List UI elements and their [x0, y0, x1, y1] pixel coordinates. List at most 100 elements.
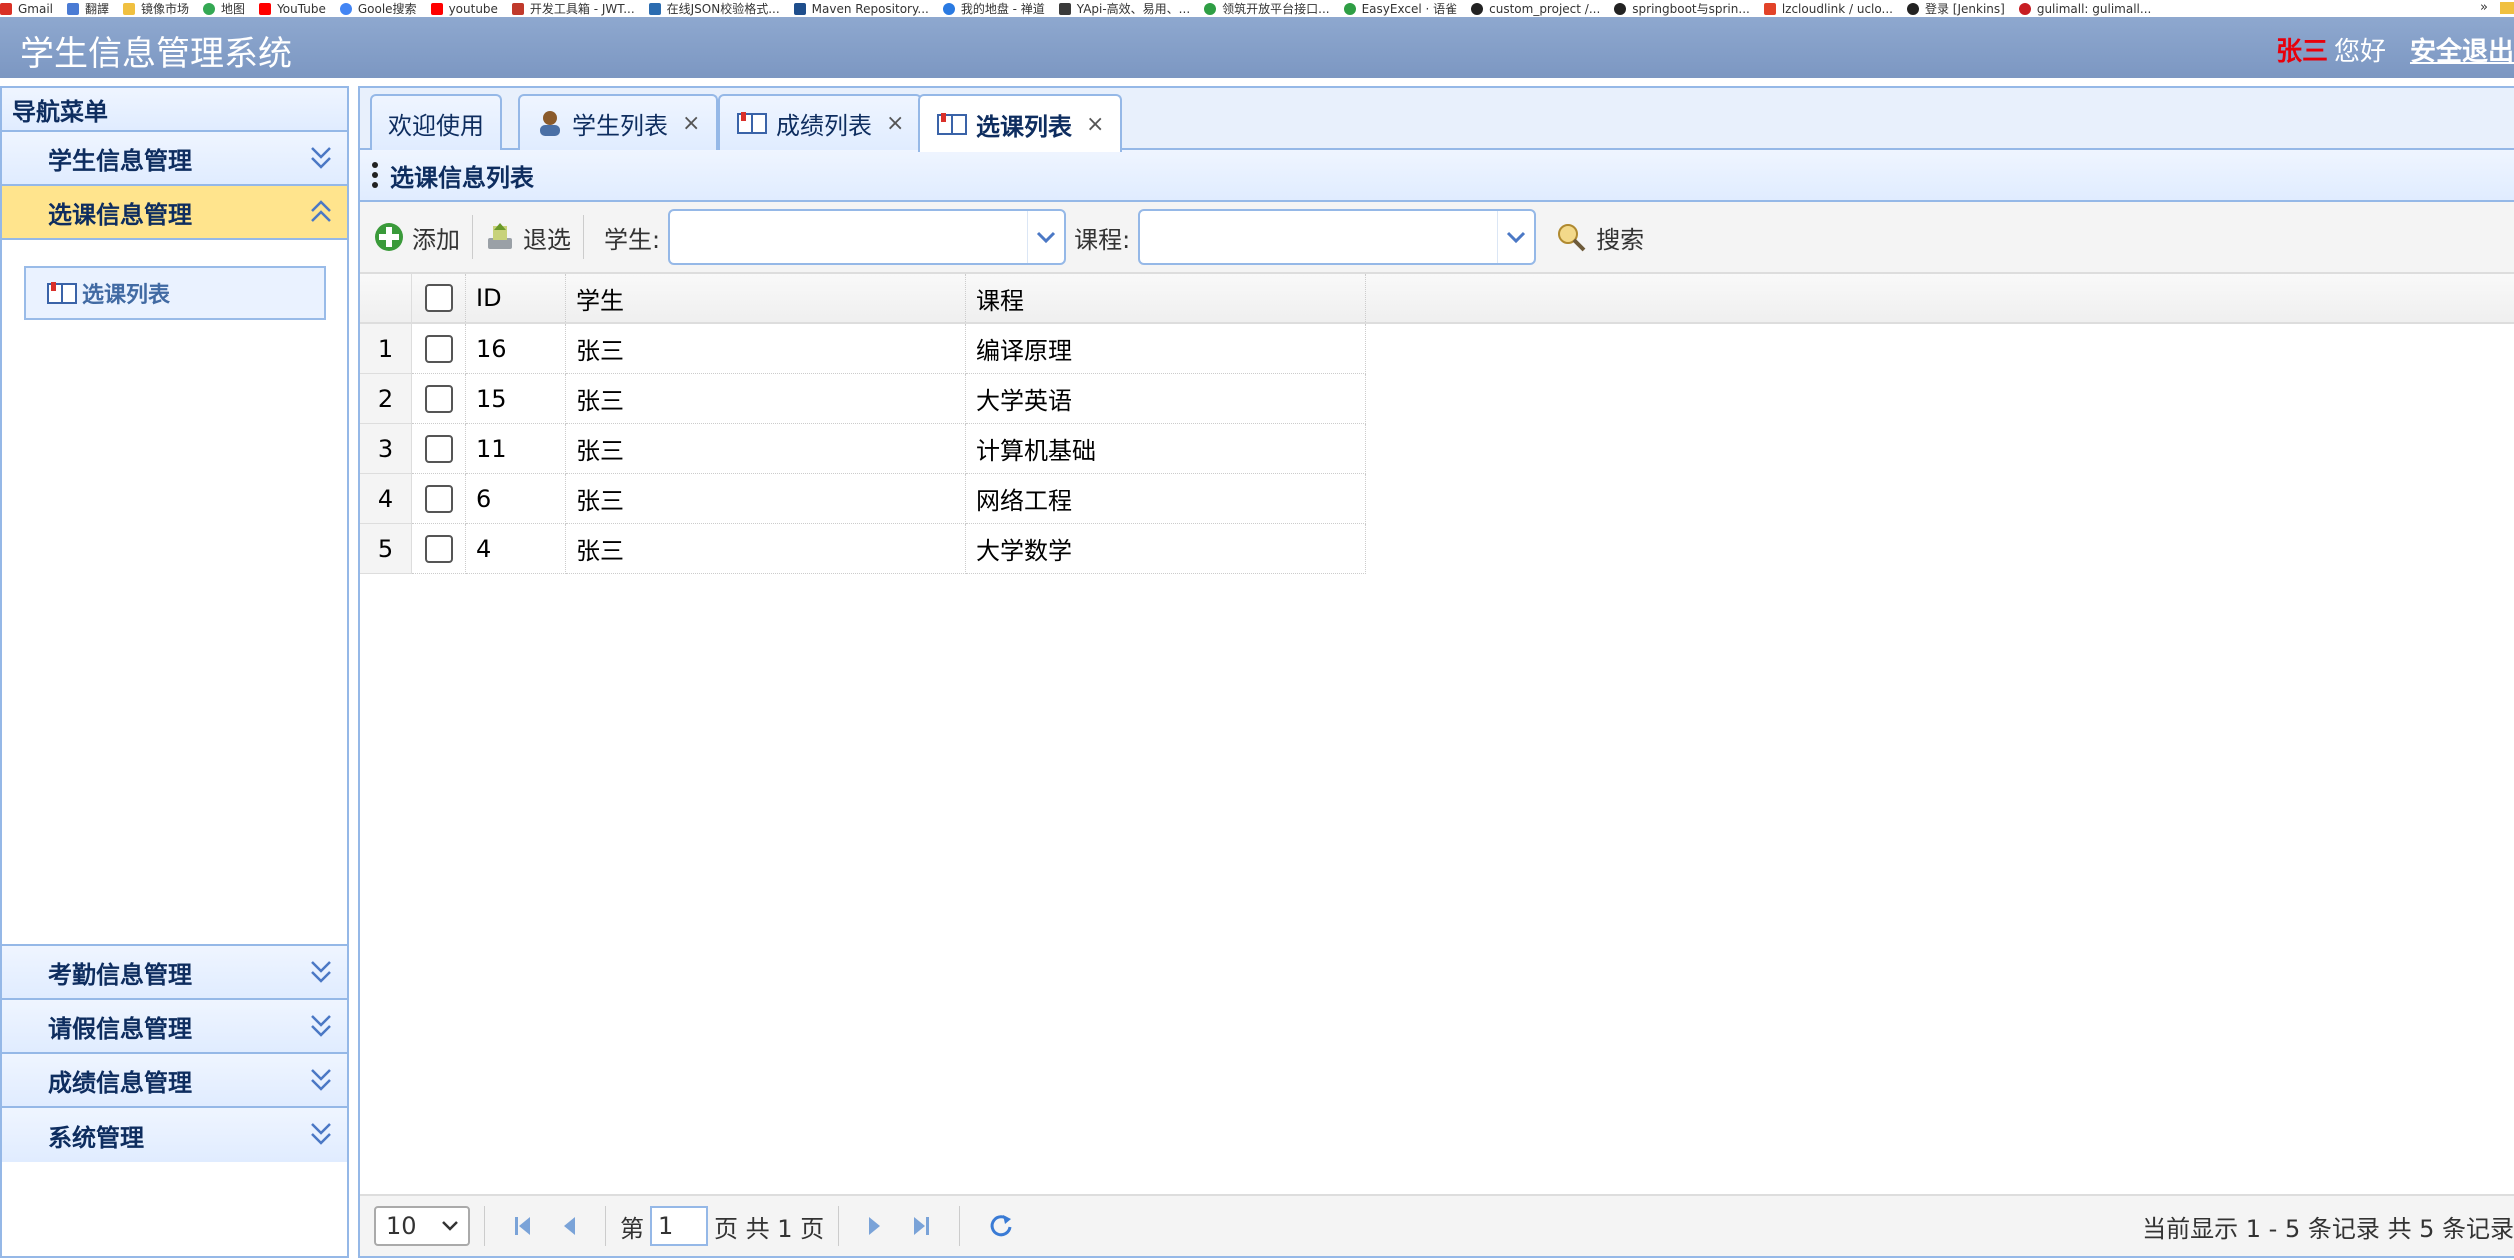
cell-id: 16 — [466, 324, 566, 374]
greeting: 您好 — [2333, 37, 2386, 67]
accordion-system-management[interactable]: 系统管理 — [2, 1108, 347, 1162]
cell-student: 张三 — [566, 424, 966, 474]
close-icon[interactable]: × — [886, 111, 904, 136]
bookmark-jenkins[interactable]: 登录 [Jenkins] — [1906, 0, 2005, 17]
course-select[interactable] — [1138, 209, 1537, 265]
header-course[interactable]: 课程 — [966, 274, 1366, 322]
more-vertical-icon — [372, 160, 378, 190]
collapse-up-icon — [311, 200, 331, 222]
search-button[interactable]: 搜索 — [1556, 220, 1644, 255]
bookmark-label: YouTube — [277, 1, 326, 16]
bookmark-maven[interactable]: Maven Repository... — [793, 2, 929, 16]
table-row[interactable]: 5 4 张三 大学数学 — [360, 524, 1372, 574]
row-checkbox[interactable] — [424, 434, 453, 463]
accordion-course-selection-body: 选课列表 — [2, 240, 347, 946]
page-size-select[interactable]: 10 — [374, 1206, 470, 1246]
bookmark-gitlab[interactable]: lzcloudlink / uclo... — [1763, 1, 1893, 16]
bookmark-maps[interactable]: 地图 — [203, 0, 245, 17]
toolbox-icon — [511, 2, 524, 15]
bookmark-label: 镜像市场 — [141, 2, 190, 16]
sidebar-item-course-list[interactable]: 选课列表 — [24, 266, 326, 320]
select-all-checkbox[interactable] — [424, 284, 453, 312]
book-icon — [47, 282, 77, 304]
search-label: 搜索 — [1596, 225, 1645, 254]
map-pin-icon — [203, 2, 216, 15]
row-checkbox[interactable] — [424, 334, 453, 363]
table-row[interactable]: 3 11 张三 计算机基础 — [360, 424, 1372, 474]
accordion-score-management[interactable]: 成绩信息管理 — [2, 1054, 347, 1108]
previous-page-icon[interactable] — [561, 1214, 577, 1238]
accordion-label: 系统管理 — [48, 1123, 144, 1152]
bookmark-label: lzcloudlink / uclo... — [1781, 1, 1893, 16]
bookmark-gulimall[interactable]: gulimall: gulimall... — [2018, 2, 2151, 16]
page-number-input[interactable]: 1 — [650, 1206, 708, 1246]
bookmark-translate[interactable]: 翻譯 — [67, 0, 109, 17]
add-button[interactable]: 添加 — [374, 220, 460, 255]
tab-label: 欢迎使用 — [388, 111, 484, 140]
panel-title: 选课信息列表 — [390, 163, 534, 192]
chevron-down-icon[interactable] — [1497, 211, 1535, 263]
row-checkbox[interactable] — [424, 384, 453, 413]
yapi-icon — [1058, 2, 1071, 15]
table-row[interactable]: 1 16 张三 编译原理 — [360, 324, 1372, 374]
bookmark-gmail[interactable]: Gmail — [0, 2, 53, 16]
folder-icon[interactable] — [2500, 2, 2514, 14]
pager-divider — [484, 1206, 485, 1246]
accordion-course-selection[interactable]: 选课信息管理 — [2, 186, 347, 240]
cell-course: 计算机基础 — [966, 424, 1366, 474]
accordion-label: 成绩信息管理 — [48, 1068, 192, 1097]
bookmark-custom-project[interactable]: custom_project /... — [1471, 2, 1600, 16]
bookmark-open-platform[interactable]: 领筑开放平台接口... — [1204, 0, 1330, 17]
cell-id: 11 — [466, 424, 566, 474]
row-checkbox[interactable] — [424, 484, 453, 513]
tab-course-list[interactable]: 选课列表 × — [918, 94, 1123, 152]
bookmark-youtube[interactable]: YouTube — [259, 2, 326, 16]
row-number: 5 — [360, 524, 412, 574]
jenkins-icon — [1906, 2, 1919, 15]
header-id[interactable]: ID — [466, 274, 566, 322]
bookmarks-overflow-button[interactable]: » — [2480, 0, 2488, 15]
table-row[interactable]: 2 15 张三 大学英语 — [360, 374, 1372, 424]
bookmark-easyexcel[interactable]: EasyExcel · 语雀 — [1343, 0, 1457, 17]
bookmark-mirror-market[interactable]: 镜像市场 — [123, 0, 189, 17]
bookmark-yapi[interactable]: YApi-高效、易用、... — [1058, 0, 1190, 17]
table-row[interactable]: 4 6 张三 网络工程 — [360, 474, 1372, 524]
bookmark-youtube-2[interactable]: youtube — [430, 2, 498, 16]
accordion-leave-management[interactable]: 请假信息管理 — [2, 1000, 347, 1054]
pager-divider — [959, 1206, 961, 1246]
nav-title: 导航菜单 — [12, 97, 108, 126]
youtube-icon — [259, 2, 272, 15]
chevron-down-icon[interactable] — [1027, 211, 1065, 263]
tab-score-list[interactable]: 成绩列表 × — [718, 94, 923, 150]
bookmark-json-validator[interactable]: 在线JSON校验格式... — [648, 0, 780, 17]
withdraw-button[interactable]: 退选 — [485, 220, 571, 255]
bookmark-jwt-tools[interactable]: 开发工具箱 - JWT... — [511, 0, 635, 17]
bookmark-springboot[interactable]: springboot与sprin... — [1614, 0, 1750, 17]
tab-student-list[interactable]: 学生列表 × — [518, 94, 719, 150]
cell-student: 张三 — [566, 474, 966, 524]
tab-welcome[interactable]: 欢迎使用 — [370, 94, 502, 150]
accordion-attendance-management[interactable]: 考勤信息管理 — [2, 946, 347, 1000]
last-page-icon[interactable] — [911, 1214, 931, 1238]
row-number: 4 — [360, 474, 412, 524]
page-prefix: 第 — [620, 1214, 644, 1243]
close-icon[interactable]: × — [682, 111, 700, 136]
accordion-student-management[interactable]: 学生信息管理 — [2, 132, 347, 186]
first-page-icon[interactable] — [513, 1214, 533, 1238]
expand-down-icon — [311, 147, 331, 169]
header-student[interactable]: 学生 — [566, 274, 966, 322]
course-grid: ID 学生 课程 1 16 张三 编译原理 2 15 张三 大学英语 3 11 … — [360, 274, 2514, 1070]
row-checkbox[interactable] — [424, 534, 453, 563]
google-icon — [339, 2, 352, 15]
app-title: 学生信息管理系统 — [20, 34, 292, 74]
bookmark-zentao[interactable]: 我的地盘 - 禅道 — [942, 0, 1045, 17]
translate-icon — [67, 2, 80, 15]
student-select[interactable] — [668, 209, 1067, 265]
row-number: 2 — [360, 374, 412, 424]
bookmark-google-search[interactable]: Goole搜索 — [339, 0, 417, 17]
cell-student: 张三 — [566, 324, 966, 374]
logout-link[interactable]: 安全退出 — [2410, 37, 2514, 67]
refresh-icon[interactable] — [988, 1213, 1014, 1239]
close-icon[interactable]: × — [1086, 112, 1104, 137]
next-page-icon[interactable] — [867, 1214, 883, 1238]
